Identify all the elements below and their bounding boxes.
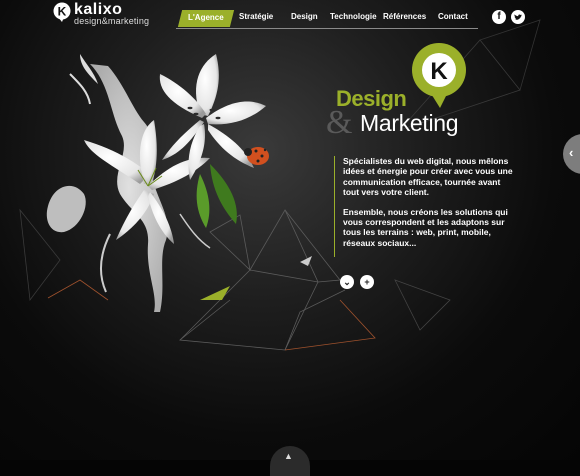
nav-item-design[interactable]: Design bbox=[291, 12, 318, 21]
twitter-button[interactable] bbox=[511, 10, 525, 24]
nav-item-agence[interactable]: L'Agence bbox=[188, 13, 224, 22]
plus-icon: + bbox=[364, 277, 370, 287]
nav-item-references[interactable]: Références bbox=[383, 12, 426, 21]
chevron-down-icon: ⌄ bbox=[343, 277, 351, 287]
nav-item-strategie[interactable]: Stratégie bbox=[239, 12, 273, 21]
hero-title-marketing: Marketing bbox=[360, 110, 459, 136]
main-nav: L'Agence Stratégie Design Technologie Ré… bbox=[176, 10, 478, 29]
chevron-left-icon: ‹ bbox=[569, 145, 574, 160]
nav-item-technologie[interactable]: Technologie bbox=[330, 12, 377, 21]
twitter-icon bbox=[511, 10, 525, 29]
svg-text:K: K bbox=[58, 5, 67, 19]
lily-flower-illustration bbox=[46, 54, 269, 312]
hero-intro-text: Spécialistes du web digital, nous mêlons… bbox=[334, 156, 513, 258]
kalixo-logo[interactable]: K kalixo design&marketing bbox=[52, 1, 152, 28]
kalixo-logo-icon: K bbox=[53, 2, 71, 22]
facebook-button[interactable]: f bbox=[492, 10, 506, 24]
scroll-down-button[interactable]: ⌄ bbox=[340, 275, 354, 289]
intro-paragraph: Ensemble, nous créons les solutions qui … bbox=[343, 206, 508, 248]
facebook-icon: f bbox=[497, 11, 501, 22]
nav-item-contact[interactable]: Contact bbox=[438, 12, 468, 21]
svg-text:K: K bbox=[430, 58, 448, 85]
hero-title-ampersand: & bbox=[326, 104, 353, 141]
more-info-button[interactable]: + bbox=[360, 275, 374, 289]
intro-paragraph: Spécialistes du web digital, nous mêlons… bbox=[343, 156, 513, 198]
brand-tagline: design&marketing bbox=[74, 16, 150, 26]
location-pin-k-icon: K bbox=[412, 43, 466, 108]
